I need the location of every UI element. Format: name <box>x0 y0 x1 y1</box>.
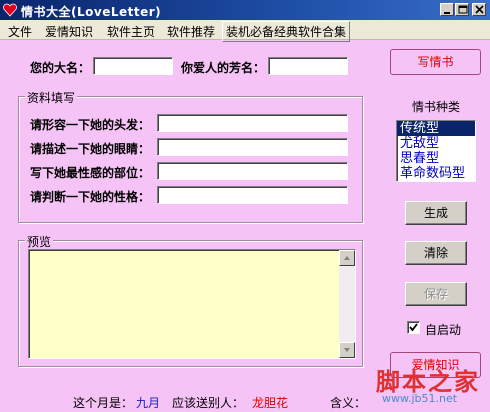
eyes-label: 请描述一下她的眼睛： <box>30 142 151 156</box>
gift-label: 应该送别人： <box>172 396 245 410</box>
gift-flower-value: 龙胆花 <box>252 396 289 410</box>
write-letter-button[interactable]: 写情书 <box>390 49 481 75</box>
minimize-icon <box>444 12 450 14</box>
checkmark-icon <box>409 323 418 332</box>
clear-button[interactable]: 清除 <box>405 241 467 265</box>
maximize-button[interactable] <box>455 3 469 16</box>
sexy-part-input[interactable] <box>157 162 348 180</box>
meaning-label: 含义： <box>330 396 367 410</box>
month-value: 九月 <box>136 396 161 410</box>
save-button[interactable]: 保存 <box>405 282 467 306</box>
menu-software-recommend[interactable]: 软件推荐 <box>167 23 215 40</box>
close-icon <box>475 5 484 14</box>
arrow-up-icon <box>344 256 350 260</box>
list-item[interactable]: 革命数码型 <box>397 166 475 181</box>
generate-button[interactable]: 生成 <box>405 201 467 225</box>
title-bar[interactable]: 情书大全(LoveLetter) <box>0 0 490 20</box>
letter-type-label: 情书种类 <box>412 100 461 114</box>
menu-software-home[interactable]: 软件主页 <box>107 23 155 40</box>
your-name-input[interactable] <box>93 57 173 75</box>
lover-name-input[interactable] <box>268 57 348 75</box>
site-watermark: 脚本之家 www.jb51.net <box>376 362 488 408</box>
menu-love-knowledge[interactable]: 爱情知识 <box>45 23 93 40</box>
info-group-title: 资料填写 <box>25 89 78 106</box>
heart-icon <box>3 3 17 17</box>
autostart-checkbox[interactable] <box>407 321 420 334</box>
month-label: 这个月是： <box>73 396 134 410</box>
hair-label: 请形容一下她的头发： <box>30 118 151 132</box>
maximize-icon <box>458 5 468 14</box>
menu-bar: 文件 爱情知识 软件主页 软件推荐 装机必备经典软件合集 <box>0 20 490 42</box>
eyes-input[interactable] <box>157 138 348 156</box>
preview-scrollbar[interactable] <box>339 250 355 358</box>
list-item[interactable]: 思春型 <box>397 151 475 166</box>
minimize-button[interactable] <box>440 3 454 16</box>
autostart-label: 自启动 <box>425 323 462 337</box>
window-title: 情书大全(LoveLetter) <box>21 5 162 19</box>
letter-type-list[interactable]: 传统型 尤敌型 思春型 革命数码型 <box>396 120 476 182</box>
scroll-up-arrow[interactable] <box>339 250 355 266</box>
scroll-down-arrow[interactable] <box>339 342 355 358</box>
sexy-part-label: 写下她最性感的部位： <box>30 166 151 180</box>
hair-input[interactable] <box>157 114 348 132</box>
personality-label: 请判断一下她的性格： <box>30 190 151 204</box>
menu-file[interactable]: 文件 <box>8 23 32 40</box>
app-window: 情书大全(LoveLetter) 文件 爱情知识 软件主页 软件推荐 装机必备经… <box>0 0 490 412</box>
preview-group-title: 预览 <box>25 233 54 250</box>
menu-essential-software[interactable]: 装机必备经典软件合集 <box>222 21 351 42</box>
arrow-down-icon <box>344 348 350 352</box>
list-item[interactable]: 传统型 <box>397 121 475 136</box>
watermark-url: www.jb51.net <box>382 392 458 405</box>
list-item[interactable]: 尤敌型 <box>397 136 475 151</box>
personality-input[interactable] <box>157 186 348 204</box>
preview-textarea[interactable] <box>28 249 356 359</box>
lover-name-label: 你爱人的芳名： <box>181 61 266 75</box>
close-button[interactable] <box>472 3 486 16</box>
your-name-label: 您的大名： <box>30 61 91 75</box>
